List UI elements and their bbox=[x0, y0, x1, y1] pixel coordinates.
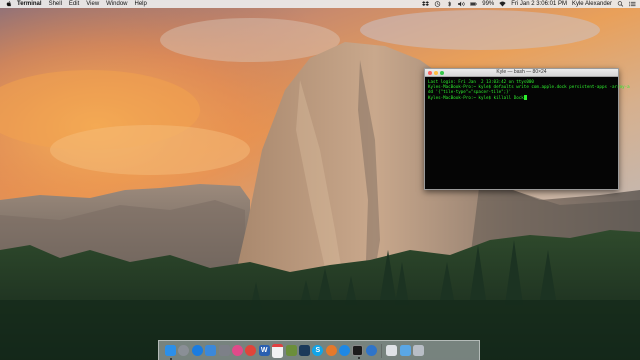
dock-safari-icon[interactable] bbox=[191, 345, 203, 356]
time-machine-icon[interactable] bbox=[434, 1, 441, 7]
menu-clock[interactable]: Fri Jan 2 3:06:01 PM bbox=[511, 0, 567, 8]
menu-bar-extras: 99% Fri Jan 2 3:06:01 PM Kyle Alexander bbox=[417, 0, 636, 8]
dock-folder-stack-icon[interactable] bbox=[399, 345, 411, 356]
running-indicator bbox=[169, 357, 172, 360]
menu-bar: Terminal Shell Edit View Window Help 99%… bbox=[0, 0, 640, 8]
dock-firefox-icon[interactable] bbox=[325, 345, 337, 356]
dock-icon-glyph: S bbox=[315, 347, 321, 354]
terminal-window[interactable]: Kyle — bash — 80×24 Last login: Fri Jan … bbox=[424, 68, 630, 190]
dock-itunes-icon[interactable] bbox=[231, 345, 243, 356]
notification-center-icon[interactable] bbox=[629, 1, 636, 7]
dock-system-preferences-icon[interactable] bbox=[218, 345, 230, 356]
dock-calendar-icon[interactable] bbox=[272, 343, 284, 358]
window-controls bbox=[428, 70, 446, 75]
menu-shell[interactable]: Shell bbox=[49, 0, 62, 8]
spotlight-search-icon[interactable] bbox=[617, 1, 624, 7]
dock-word-icon[interactable]: W bbox=[258, 345, 270, 356]
dock-steam-icon[interactable] bbox=[298, 345, 310, 356]
dock-app-store-icon[interactable] bbox=[339, 345, 351, 356]
zoom-button[interactable] bbox=[440, 70, 444, 75]
terminal-output[interactable]: Last login: Fri Jan 2 13:03:42 on ttys00… bbox=[425, 77, 630, 102]
wifi-icon[interactable] bbox=[499, 1, 506, 7]
dock-minecraft-icon[interactable] bbox=[285, 345, 297, 356]
minimize-button[interactable] bbox=[434, 70, 438, 75]
menu-view[interactable]: View bbox=[86, 0, 99, 8]
menu-window[interactable]: Window bbox=[106, 0, 127, 8]
volume-icon[interactable] bbox=[458, 1, 465, 7]
dock-chrome-icon[interactable] bbox=[245, 345, 257, 356]
close-button[interactable] bbox=[428, 70, 432, 75]
dropbox-icon[interactable] bbox=[422, 1, 430, 7]
bluetooth-icon[interactable] bbox=[446, 1, 453, 7]
dock-trash-icon[interactable] bbox=[413, 345, 425, 356]
dock-finder-icon[interactable] bbox=[165, 345, 176, 360]
dock-documents-stack-icon[interactable] bbox=[386, 345, 398, 356]
dock-terminal-icon[interactable] bbox=[352, 345, 364, 359]
battery-percent: 99% bbox=[482, 1, 495, 7]
menu-app-name[interactable]: Terminal bbox=[17, 0, 42, 8]
dock-launchpad-icon[interactable] bbox=[178, 345, 190, 356]
menu-edit[interactable]: Edit bbox=[69, 0, 79, 8]
terminal-line: Kyles-MacBook-Pro:~ kyle$ killall Dock bbox=[428, 94, 524, 100]
text-cursor bbox=[523, 95, 527, 100]
dock-icon-glyph: W bbox=[260, 347, 268, 354]
terminal-prompt-line: Kyles-MacBook-Pro:~ kyle$ killall Dock bbox=[428, 95, 615, 100]
dock-skype-icon[interactable]: S bbox=[312, 345, 324, 356]
menu-help[interactable]: Help bbox=[135, 0, 147, 8]
terminal-title: Kyle — bash — 80×24 bbox=[496, 69, 547, 75]
terminal-title-bar[interactable]: Kyle — bash — 80×24 bbox=[425, 69, 618, 77]
running-indicator bbox=[357, 356, 360, 359]
dock: WS bbox=[158, 340, 480, 360]
battery-icon[interactable] bbox=[470, 1, 477, 7]
dock-separator bbox=[381, 343, 383, 358]
menu-user-name[interactable]: Kyle Alexander bbox=[572, 0, 612, 8]
dock-quicktime-icon[interactable] bbox=[365, 345, 377, 356]
dock-mail-icon[interactable] bbox=[205, 345, 217, 356]
apple-icon[interactable] bbox=[6, 1, 12, 7]
